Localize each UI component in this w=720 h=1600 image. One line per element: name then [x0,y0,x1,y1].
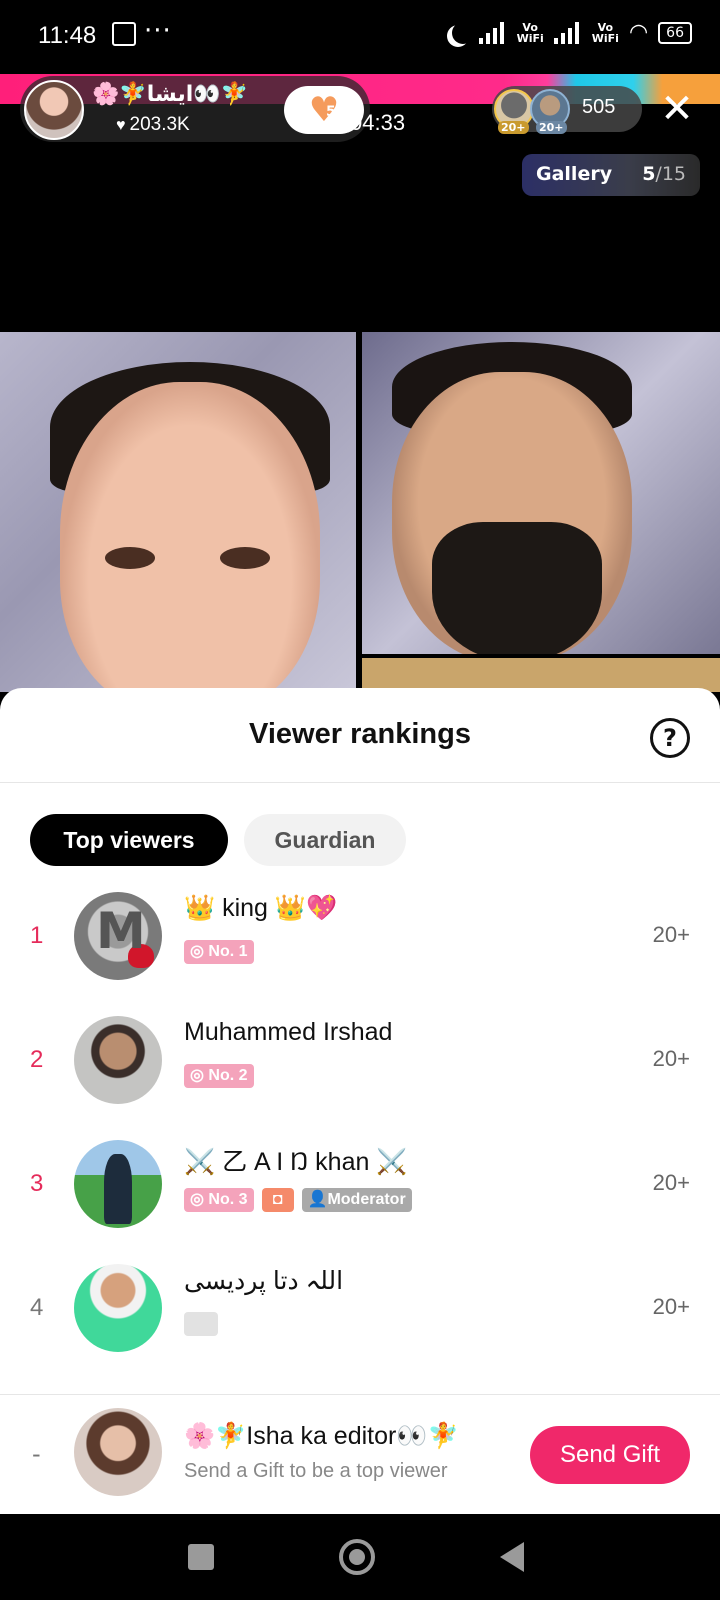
rank-number: 1 [30,922,44,949]
self-avatar[interactable] [74,1408,162,1496]
signal-icon [478,21,507,44]
battery-icon: 66 [658,21,692,44]
video-tile-guest-2[interactable] [362,658,720,692]
moderator-badge: 👤Moderator [301,1188,412,1212]
dnd-moon-icon [452,22,474,44]
status-bar: 11:48 ··· Vo WiFi Vo WiFi ◠ 66 [0,0,720,72]
rank-badge: ◎ No. 3 [184,1188,254,1212]
rank-badge-label: No. 1 [208,943,248,960]
viewers-pill[interactable]: 20+ 20+ 505 [492,86,642,134]
shield-icon: ◘ [261,1188,294,1212]
tab-guardian[interactable]: Guardian [244,814,406,866]
system-nav-bar [0,1514,720,1600]
level-tag: 20+ [498,121,529,134]
self-hint: Send a Gift to be a top viewer [184,1460,448,1482]
send-gift-button[interactable]: Send Gift [530,1426,690,1484]
rank-badge-label: No. 3 [208,1191,248,1208]
live-timer: 04:33 [350,110,406,135]
vowifi-icon: Vo WiFi [516,20,544,45]
viewer-name: 👑 king 👑💖 [184,894,338,922]
status-time: 11:48 [38,22,97,49]
recents-icon[interactable] [188,1544,214,1570]
level-tag: 20+ [536,121,567,134]
ranking-row[interactable]: 4 اللہ دتا پردیسی 20+ [0,1256,720,1366]
avatar[interactable] [74,1016,162,1104]
badges [184,1312,218,1336]
video-face [60,382,320,692]
video-beard [432,522,602,654]
follow-count: 5 [326,104,336,120]
tab-top-viewers[interactable]: Top viewers [30,814,228,866]
signal-icon-2 [553,21,582,44]
viewer-name: اللہ دتا پردیسی [184,1267,344,1295]
help-icon[interactable]: ? [650,718,690,758]
host-avatar[interactable] [24,80,84,140]
viewer-rankings-sheet: Viewer rankings ? Top viewers Guardian 1… [0,688,720,1514]
gallery-total: /15 [655,163,686,185]
viewer-level: 20+ [652,922,690,947]
video-tile-guest[interactable] [362,332,720,654]
avatar[interactable] [74,1264,162,1352]
more-notifications-icon: ··· [144,16,172,46]
home-icon[interactable] [339,1539,375,1575]
rank-number: 4 [30,1294,44,1321]
rank-number: 2 [30,1046,44,1073]
wifi-icon: ◠ [628,20,649,45]
rank-number: 3 [30,1170,44,1197]
ranking-row[interactable]: 3 ⚔️ 乙 A I Ŋ khan ⚔️ ◎ No. 3 ◘ 👤Moderato… [0,1132,720,1242]
live-header: 🌸🧚ایشا👀🧚 ♥ 203.3K ♥ 5 04:33 20+ 20+ 505 ✕… [0,72,720,332]
badges: ◎ No. 2 [184,1064,254,1088]
vowifi-icon-2: Vo WiFi [591,20,619,45]
viewer-name: Muhammed Irshad [184,1018,393,1046]
host-likes: ♥ 203.3K [116,114,190,136]
moderator-label: Moderator [327,1191,406,1208]
divider [0,782,720,783]
badges: ◎ No. 1 [184,940,254,964]
avatar[interactable] [74,1140,162,1228]
gallery-label: Gallery [536,163,613,185]
viewer-name: ⚔️ 乙 A I Ŋ khan ⚔️ [184,1148,408,1176]
close-icon[interactable]: ✕ [654,86,700,132]
host-likes-value: 203.3K [129,114,190,135]
ranking-row[interactable]: 1 👑 king 👑💖 ◎ No. 1 20+ [0,884,720,994]
status-icons: Vo WiFi Vo WiFi ◠ 66 [447,20,692,45]
viewer-level: 20+ [652,1294,690,1319]
rank-badge: ◎ No. 1 [184,940,254,964]
sheet-title: Viewer rankings [249,718,471,750]
gallery-current: 5 [642,163,656,185]
viewer-count: 505 [582,96,616,118]
host-name: 🌸🧚ایشا👀🧚 [92,82,249,107]
back-icon[interactable] [500,1542,524,1572]
gallery-button[interactable]: Gallery 5/15 [522,154,700,196]
self-ranking-row: - 🌸🧚Isha ka editor👀🧚 Send a Gift to be a… [0,1400,720,1510]
rank-badge: ◎ No. 2 [184,1064,254,1088]
viewer-level: 20+ [652,1046,690,1071]
notification-icon [112,22,136,46]
viewer-level: 20+ [652,1170,690,1195]
divider [0,1394,720,1395]
badges: ◎ No. 3 ◘ 👤Moderator [184,1188,412,1212]
rank-badge-label: No. 2 [208,1067,248,1084]
heart-icon: ♥ [116,117,126,134]
ranking-row[interactable]: 2 Muhammed Irshad ◎ No. 2 20+ [0,1008,720,1118]
video-tile-host[interactable] [0,332,356,692]
self-name: 🌸🧚Isha ka editor👀🧚 [184,1422,459,1450]
empty-badge [184,1312,218,1336]
self-rank: - [32,1440,41,1468]
avatar[interactable] [74,892,162,980]
gallery-page: 5/15 [642,163,686,185]
